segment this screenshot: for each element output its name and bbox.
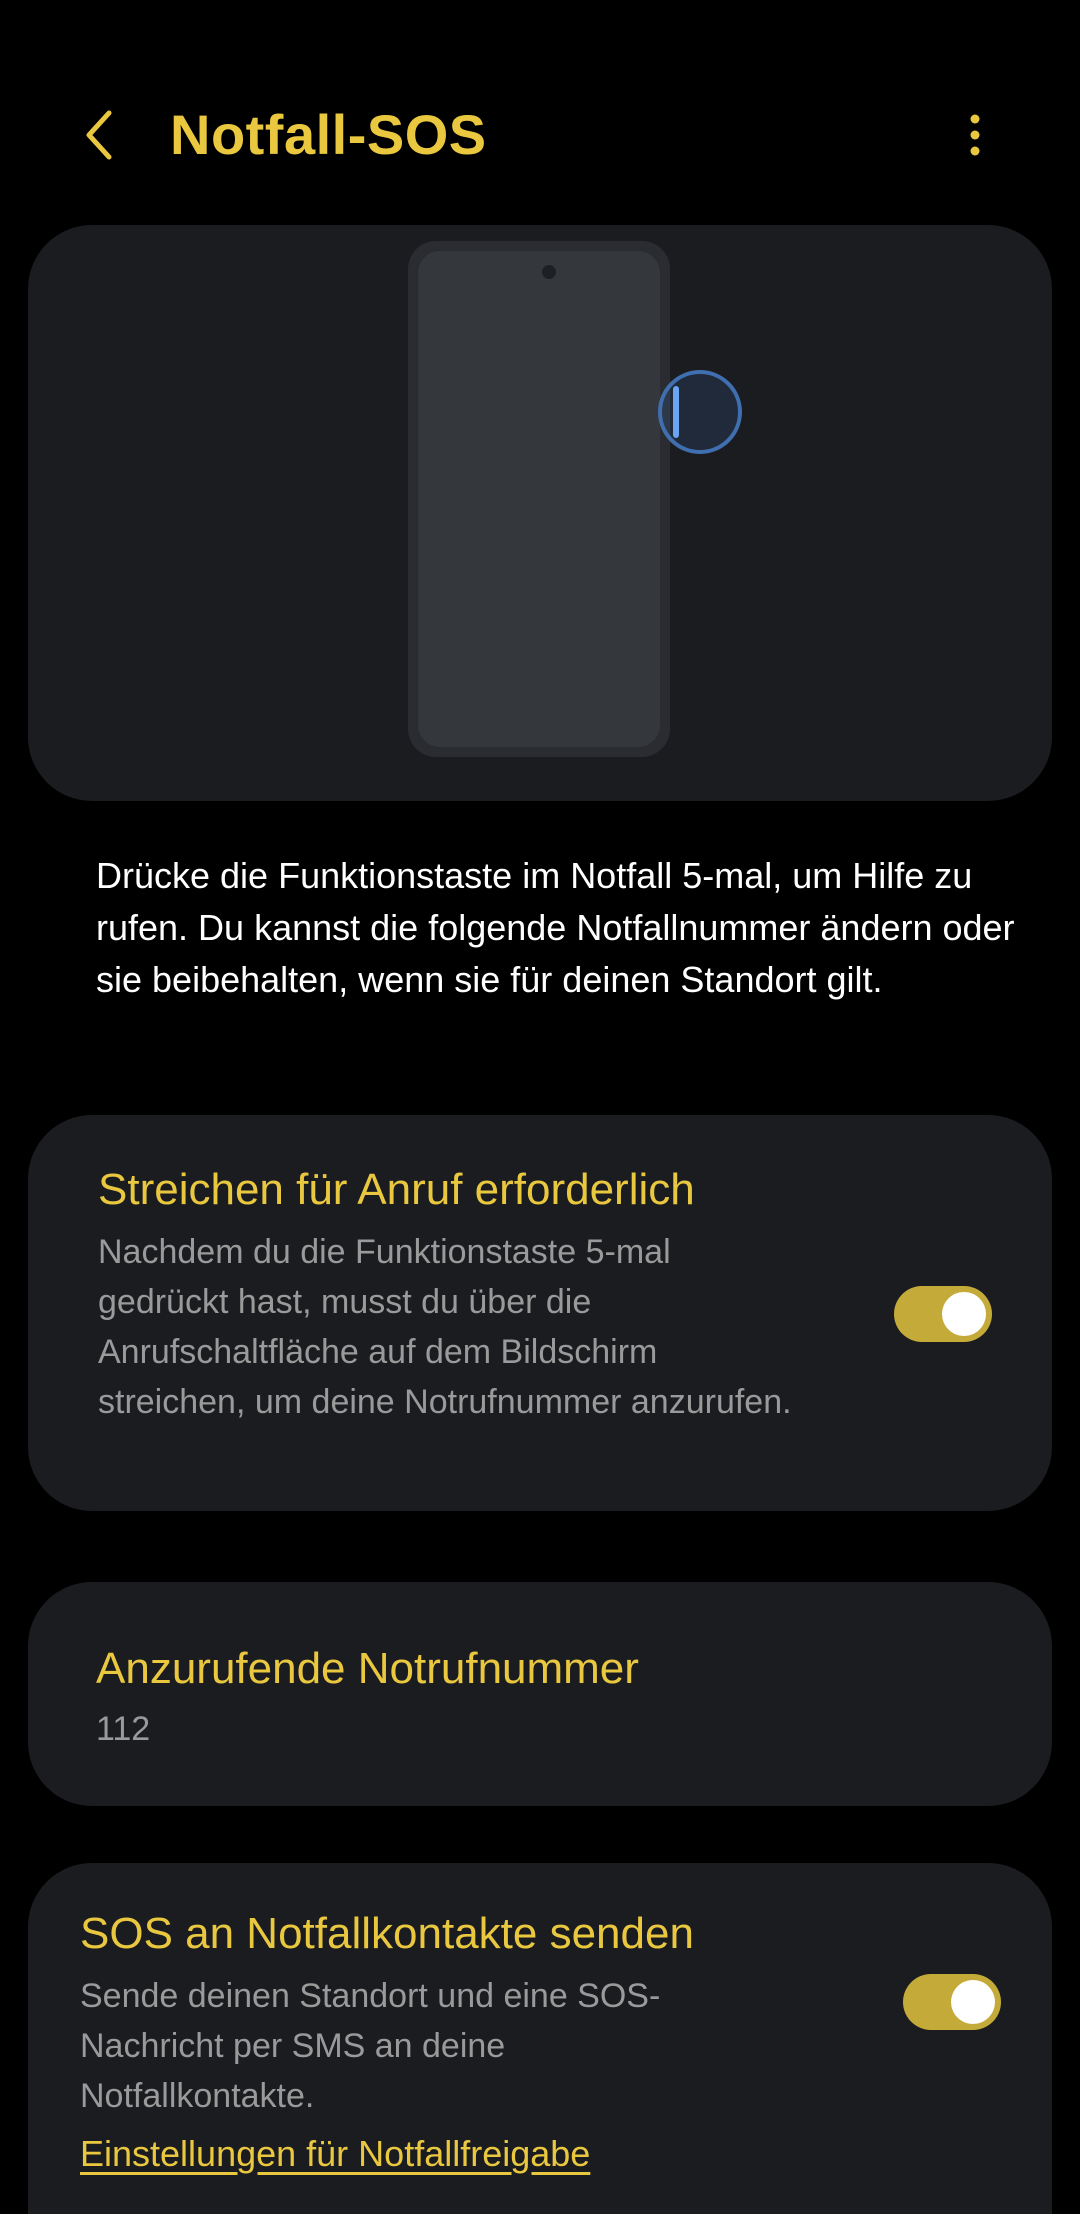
swipe-to-call-setting[interactable]: Streichen für Anruf erforderlich Nachdem… bbox=[28, 1115, 1052, 1511]
setting-subtitle: Sende deinen Standort und eine SOS-Nachr… bbox=[80, 1977, 661, 2115]
toggle-knob bbox=[942, 1292, 986, 1336]
emergency-sharing-settings-link[interactable]: Einstellungen für Notfallfreigabe bbox=[80, 2133, 590, 2175]
setting-subtitle: Nachdem du die Funktionstaste 5-mal gedr… bbox=[98, 1233, 792, 1421]
emergency-number-setting[interactable]: Anzurufende Notrufnummer 112 bbox=[28, 1582, 1052, 1806]
camera-dot bbox=[542, 265, 556, 279]
side-key-press-indicator bbox=[658, 370, 742, 454]
back-button[interactable] bbox=[66, 100, 136, 170]
sos-illustration bbox=[28, 225, 1052, 801]
page-title: Notfall-SOS bbox=[170, 103, 487, 166]
send-sos-setting[interactable]: SOS an Notfallkontakte senden Sende dein… bbox=[28, 1863, 1052, 2214]
app-header: Notfall-SOS bbox=[0, 0, 1080, 230]
setting-title: SOS an Notfallkontakte senden bbox=[80, 1909, 694, 1958]
toggle-knob bbox=[951, 1980, 995, 2024]
feature-description: Drücke die Funktionstaste im Notfall 5-m… bbox=[96, 855, 1015, 1000]
phone-screen bbox=[418, 251, 660, 747]
swipe-to-call-toggle[interactable] bbox=[894, 1286, 992, 1342]
side-key-icon bbox=[673, 386, 679, 438]
setting-title: Streichen für Anruf erforderlich bbox=[98, 1165, 695, 1214]
send-sos-toggle[interactable] bbox=[903, 1974, 1001, 2030]
phone-illustration bbox=[408, 241, 670, 757]
more-vertical-icon bbox=[970, 114, 980, 156]
chevron-left-icon bbox=[86, 110, 112, 160]
emergency-number-value: 112 bbox=[96, 1710, 151, 1748]
setting-title: Anzurufende Notrufnummer bbox=[96, 1644, 639, 1693]
more-options-button[interactable] bbox=[950, 100, 1000, 170]
